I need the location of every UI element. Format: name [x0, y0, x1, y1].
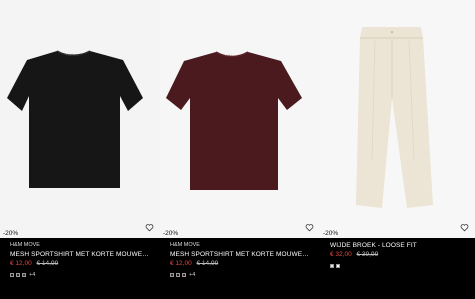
product-card[interactable]: -20% WIJDE BROEK - LOOSE FIT € 32,00 € 3… — [320, 0, 475, 299]
trousers-image — [356, 27, 433, 208]
product-image[interactable]: -20% — [320, 0, 475, 238]
svg-text:▪ ▪▪▪ ▪: ▪ ▪▪▪ ▪ — [225, 53, 232, 57]
heart-icon[interactable] — [145, 223, 154, 232]
product-info: WIJDE BROEK - LOOSE FIT € 32,00 € 39,99 — [320, 238, 475, 271]
product-card[interactable]: ▪ ▪▪▪ ▪ -20% H&M MOVE MESH SPORTSHIRT ME… — [0, 0, 160, 299]
discount-badge: -20% — [323, 230, 339, 237]
discount-badge: -20% — [163, 230, 179, 237]
product-grid: ▪ ▪▪▪ ▪ -20% H&M MOVE MESH SPORTSHIRT ME… — [0, 0, 475, 299]
discount-badge: -20% — [3, 230, 19, 237]
original-price: € 14,99 — [196, 260, 219, 267]
product-image[interactable]: ▪ ▪▪▪ ▪ -20% — [0, 0, 160, 238]
original-price: € 39,99 — [356, 251, 379, 258]
tshirt-image: ▪ ▪▪▪ ▪ — [166, 51, 302, 190]
more-colors-count[interactable]: +4 — [29, 272, 35, 278]
color-swatch[interactable] — [330, 264, 334, 268]
product-info: H&M MOVE MESH SPORTSHIRT MET KORTE MOUWE… — [160, 238, 320, 280]
color-swatch[interactable] — [10, 273, 14, 277]
sale-price: € 12,00 — [170, 260, 192, 267]
brand-label: H&M MOVE — [170, 242, 200, 248]
color-swatches: +4 — [170, 270, 310, 280]
product-name[interactable]: MESH SPORTSHIRT MET KORTE MOUWEN M... — [10, 250, 150, 259]
tshirt-image: ▪ ▪▪▪ ▪ — [7, 50, 143, 188]
color-swatches — [330, 261, 465, 271]
sale-price: € 32,00 — [330, 251, 352, 258]
brand-label: H&M MOVE — [10, 242, 40, 248]
product-image[interactable]: ▪ ▪▪▪ ▪ -20% — [160, 0, 320, 238]
product-name[interactable]: WIJDE BROEK - LOOSE FIT — [330, 241, 465, 250]
heart-icon[interactable] — [460, 223, 469, 232]
price-row: € 12,00 € 14,99 — [10, 259, 150, 268]
color-swatch[interactable] — [176, 273, 180, 277]
svg-text:▪ ▪▪▪ ▪: ▪ ▪▪▪ ▪ — [66, 52, 73, 56]
color-swatch[interactable] — [16, 273, 20, 277]
product-name[interactable]: MESH SPORTSHIRT MET KORTE MOUWEN M... — [170, 250, 310, 259]
heart-icon[interactable] — [305, 223, 314, 232]
sale-price: € 12,00 — [10, 260, 32, 267]
product-card[interactable]: ▪ ▪▪▪ ▪ -20% H&M MOVE MESH SPORTSHIRT ME… — [160, 0, 320, 299]
original-price: € 14,99 — [36, 260, 59, 267]
color-swatches: +4 — [10, 270, 150, 280]
color-swatch[interactable] — [182, 273, 186, 277]
color-swatch[interactable] — [336, 264, 340, 268]
color-swatch[interactable] — [170, 273, 174, 277]
price-row: € 12,00 € 14,99 — [170, 259, 310, 268]
price-row: € 32,00 € 39,99 — [330, 250, 465, 259]
color-swatch[interactable] — [22, 273, 26, 277]
more-colors-count[interactable]: +4 — [189, 272, 195, 278]
product-info: H&M MOVE MESH SPORTSHIRT MET KORTE MOUWE… — [0, 238, 160, 280]
